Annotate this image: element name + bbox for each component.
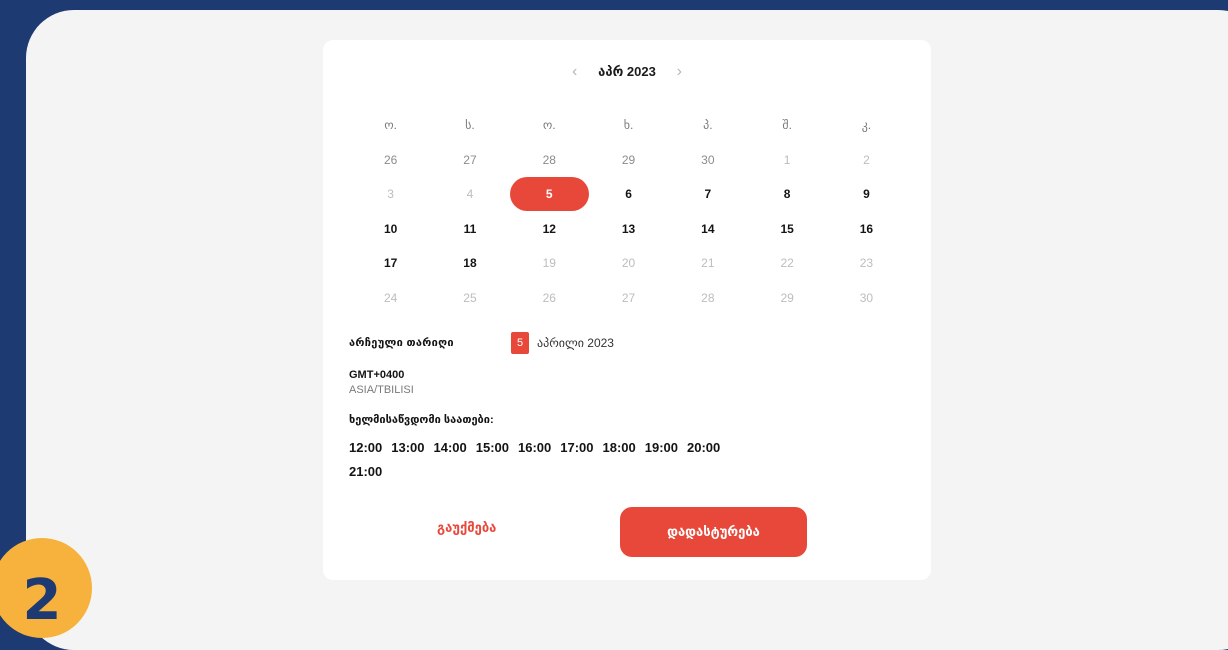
calendar-day-unavailable: 30 (859, 290, 874, 305)
time-slot[interactable]: 17:00 (560, 436, 593, 460)
calendar-day-unavailable: 28 (542, 152, 556, 167)
calendar-week-row: 17 18 19 20 21 22 23 (351, 246, 920, 281)
calendar-day-available[interactable]: 15 (747, 212, 826, 246)
selected-date-title: არჩეული თარიღი (349, 337, 454, 349)
time-slot[interactable]: 21:00 (349, 460, 382, 484)
time-slot-list: 12:00 13:00 14:00 15:00 16:00 17:00 18:00 19:00… (349, 436, 769, 484)
time-slot[interactable]: 20:00 (687, 436, 720, 460)
calendar-grid: ო. ს. ო. ხ. პ. შ. კ. 26 27 28 29 30 1 2 3 4 5 6 7 8 9 10 11 12… (351, 108, 920, 315)
calendar-day-available[interactable]: 10 (351, 212, 430, 246)
calendar-day-number: 5 (545, 187, 553, 202)
month-navigation: ‹ აპრ 2023 › (323, 62, 931, 82)
booking-card: ‹ აპრ 2023 › ო. ს. ო. ხ. პ. შ. კ. 26 27 28 29 30 1 2… (323, 40, 931, 580)
time-slot[interactable]: 14:00 (434, 436, 467, 460)
calendar-day-unavailable: 27 (463, 152, 477, 167)
calendar-day-unavailable: 30 (701, 152, 715, 167)
calendar-day-unavailable: 25 (463, 290, 477, 305)
calendar-day-unavailable: 4 (466, 187, 474, 202)
calendar-day-available[interactable]: 14 (668, 212, 747, 246)
selected-date-row: არჩეული თარიღი 5 აპრილი 2023 (349, 332, 909, 354)
calendar-day-unavailable: 23 (859, 256, 874, 271)
calendar-week-row: 24 25 26 27 28 29 30 (351, 281, 920, 316)
calendar-day-available[interactable]: 8 (747, 177, 826, 211)
timezone-zone: ASIA/TBILISI (349, 384, 414, 396)
calendar-week-row: 3 4 5 6789 (351, 177, 920, 212)
available-times-title: ხელმისაწვდომი საათები: (349, 414, 494, 426)
calendar-day-unavailable: 29 (621, 152, 636, 167)
calendar-day-available[interactable]: 18 (430, 246, 509, 280)
calendar-day-available[interactable]: 11 (430, 212, 509, 246)
time-slot[interactable]: 12:00 (349, 436, 382, 460)
calendar-day-unavailable: 19 (542, 256, 556, 271)
calendar-day-unavailable: 21 (701, 256, 715, 271)
weekday-header: ო. (542, 118, 556, 133)
calendar-day-unavailable: 22 (780, 256, 794, 271)
calendar-day-unavailable: 20 (621, 256, 636, 271)
calendar-day-unavailable: 26 (542, 290, 556, 305)
calendar-day-available[interactable]: 16 (827, 212, 906, 246)
calendar-day-unavailable: 2 (863, 152, 870, 167)
calendar-day-available[interactable]: 6 (589, 177, 668, 211)
weekday-header: შ. (782, 118, 792, 133)
calendar-day-available[interactable]: 13 (589, 212, 668, 246)
calendar-day-selected[interactable]: 5 (509, 177, 589, 212)
calendar-week-row: 26 27 28 29 30 1 2 (351, 143, 920, 178)
chevron-right-icon[interactable]: › (668, 62, 690, 82)
weekday-header: ხ. (623, 118, 634, 133)
calendar-day-unavailable: 29 (780, 290, 794, 305)
cancel-button[interactable]: გაუქმება (437, 520, 496, 536)
calendar-day-unavailable: 3 (387, 187, 394, 202)
calendar-day-available[interactable]: 9 (827, 177, 906, 211)
step-number: 2 (22, 568, 62, 633)
weekday-header: კ. (861, 118, 872, 133)
weekday-header-row: ო. ს. ო. ხ. პ. შ. კ. (351, 108, 920, 143)
calendar-day-unavailable: 24 (383, 290, 398, 305)
calendar-day-unavailable: 1 (783, 152, 791, 167)
calendar-day-unavailable: 26 (383, 152, 398, 167)
time-slot[interactable]: 19:00 (645, 436, 678, 460)
weekday-header: ო. (384, 118, 398, 133)
time-slot[interactable]: 16:00 (518, 436, 551, 460)
confirm-button[interactable]: დადასტურება (620, 507, 807, 557)
calendar-day-available[interactable]: 12 (510, 212, 589, 246)
timezone-offset: GMT+0400 (349, 369, 405, 381)
calendar-day-unavailable: 27 (621, 290, 636, 305)
time-slot[interactable]: 15:00 (476, 436, 509, 460)
chevron-left-icon[interactable]: ‹ (564, 62, 586, 82)
calendar-day-available[interactable]: 17 (351, 246, 430, 280)
time-slot[interactable]: 18:00 (603, 436, 636, 460)
weekday-header: პ. (703, 118, 713, 133)
month-label: აპრ 2023 (598, 64, 656, 79)
selected-day-badge: 5 (511, 332, 529, 354)
selected-date-text: აპრილი 2023 (537, 336, 614, 350)
calendar-day-unavailable: 28 (701, 290, 715, 305)
calendar-week-row: 10 11 12 13 14 15 16 (351, 212, 920, 247)
time-slot[interactable]: 13:00 (391, 436, 424, 460)
weekday-header: ს. (465, 118, 475, 133)
calendar-day-available[interactable]: 7 (668, 177, 747, 211)
